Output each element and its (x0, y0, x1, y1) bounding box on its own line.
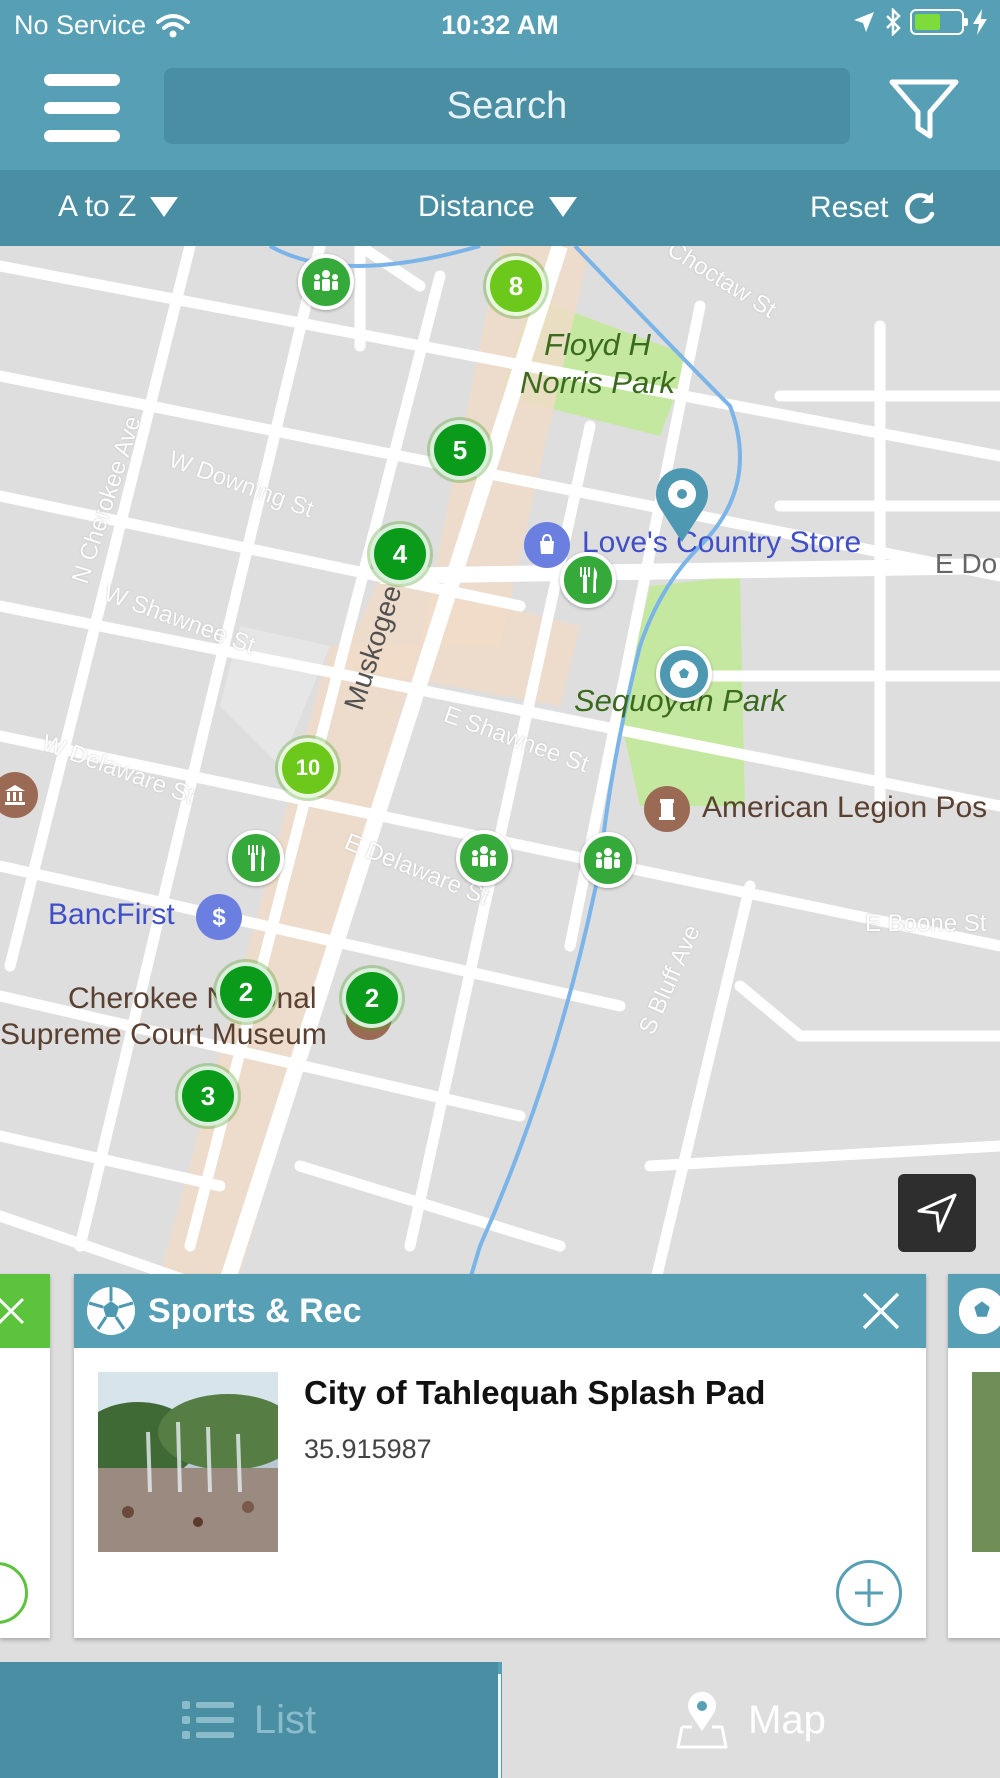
list-icon (181, 1701, 234, 1739)
next-card[interactable] (948, 1274, 1000, 1638)
place-label-museum-line2: Supreme Court Museum (0, 1018, 327, 1051)
svg-text:$: $ (212, 904, 226, 931)
place-card[interactable]: Sports & Rec City of Tahlequah Splash Pa… (74, 1274, 926, 1638)
plus-icon (855, 1579, 883, 1607)
refresh-icon (905, 192, 935, 224)
cluster-marker[interactable]: 2 (216, 962, 276, 1022)
previous-card[interactable] (0, 1274, 50, 1638)
cluster-marker[interactable]: 2 (342, 968, 402, 1028)
soccer-ball-icon (87, 1287, 135, 1335)
reset-button[interactable]: Reset (810, 190, 938, 226)
place-photo (98, 1372, 278, 1552)
group-people-icon[interactable] (456, 830, 512, 886)
close-icon[interactable] (860, 1290, 902, 1332)
dollar-icon[interactable]: $ (196, 894, 242, 940)
my-location-button[interactable] (898, 1174, 976, 1252)
navigation-arrow-icon (917, 1193, 957, 1233)
tab-list-label: List (253, 1697, 317, 1742)
street-label-e-boone: E Boone St (865, 910, 987, 937)
sort-a-to-z-label: A to Z (58, 190, 137, 223)
shopping-bag-icon[interactable] (524, 522, 570, 568)
cluster-marker[interactable]: 3 (178, 1066, 238, 1126)
monument-icon[interactable] (644, 786, 690, 832)
location-arrow-icon (854, 12, 874, 32)
place-subtitle: 35.915987 (304, 1434, 432, 1464)
status-bar: No Service 10:32 AM (0, 0, 1000, 52)
battery-icon (910, 9, 968, 35)
tab-map[interactable]: Map (502, 1662, 1000, 1778)
sort-bar: A to Z Distance Reset (0, 170, 1000, 246)
group-people-icon[interactable] (298, 254, 354, 310)
next-card-photo (972, 1372, 1000, 1552)
street-label-e-do: E Do (935, 548, 998, 579)
charging-bolt-icon (973, 9, 987, 35)
cluster-marker[interactable]: 8 (486, 256, 546, 316)
place-title: City of Tahlequah Splash Pad (304, 1374, 766, 1411)
cluster-marker[interactable]: 10 (278, 738, 338, 798)
place-label-bank: BancFirst (48, 898, 175, 931)
sort-distance-label: Distance (418, 190, 535, 223)
hamburger-icon[interactable] (44, 74, 120, 142)
app-header: No Service 10:32 AM (0, 0, 1000, 170)
triangle-down-icon (150, 197, 179, 217)
fork-knife-icon[interactable] (560, 552, 616, 608)
map-pin-icon (676, 1691, 728, 1749)
sort-distance-button[interactable]: Distance (418, 190, 577, 224)
sort-a-to-z-button[interactable]: A to Z (58, 190, 179, 224)
cluster-marker[interactable]: 5 (430, 420, 490, 480)
fork-knife-icon[interactable] (228, 830, 284, 886)
search-input[interactable] (164, 68, 850, 144)
place-label-legion: American Legion Pos (702, 791, 988, 824)
park-label-floyd: Floyd H Norris Park (520, 327, 676, 400)
add-button-partial[interactable] (0, 1562, 28, 1624)
tab-divider (498, 1674, 501, 1778)
place-label-store: Love's Country Store (582, 526, 862, 559)
card-category: Sports & Rec (148, 1291, 362, 1330)
reset-label: Reset (810, 191, 889, 224)
card-header: Sports & Rec (74, 1274, 926, 1348)
soccer-ball-icon (958, 1287, 1000, 1335)
add-button[interactable] (836, 1560, 902, 1626)
group-people-icon[interactable] (580, 832, 636, 888)
sports-location-marker[interactable] (652, 464, 712, 544)
triangle-down-icon (548, 197, 577, 217)
funnel-icon[interactable] (888, 78, 960, 142)
close-icon[interactable] (0, 1296, 26, 1326)
tab-map-label: Map (748, 1697, 826, 1742)
place-label-museum-line1: Cherokee National (68, 982, 317, 1015)
bluetooth-icon (886, 8, 901, 36)
clock: 10:32 AM (441, 10, 559, 40)
bottom-nav: List Map (0, 1662, 1000, 1778)
cluster-marker[interactable]: 4 (370, 524, 430, 584)
tab-list[interactable]: List (0, 1662, 498, 1778)
soccer-ball-icon[interactable] (656, 646, 712, 702)
